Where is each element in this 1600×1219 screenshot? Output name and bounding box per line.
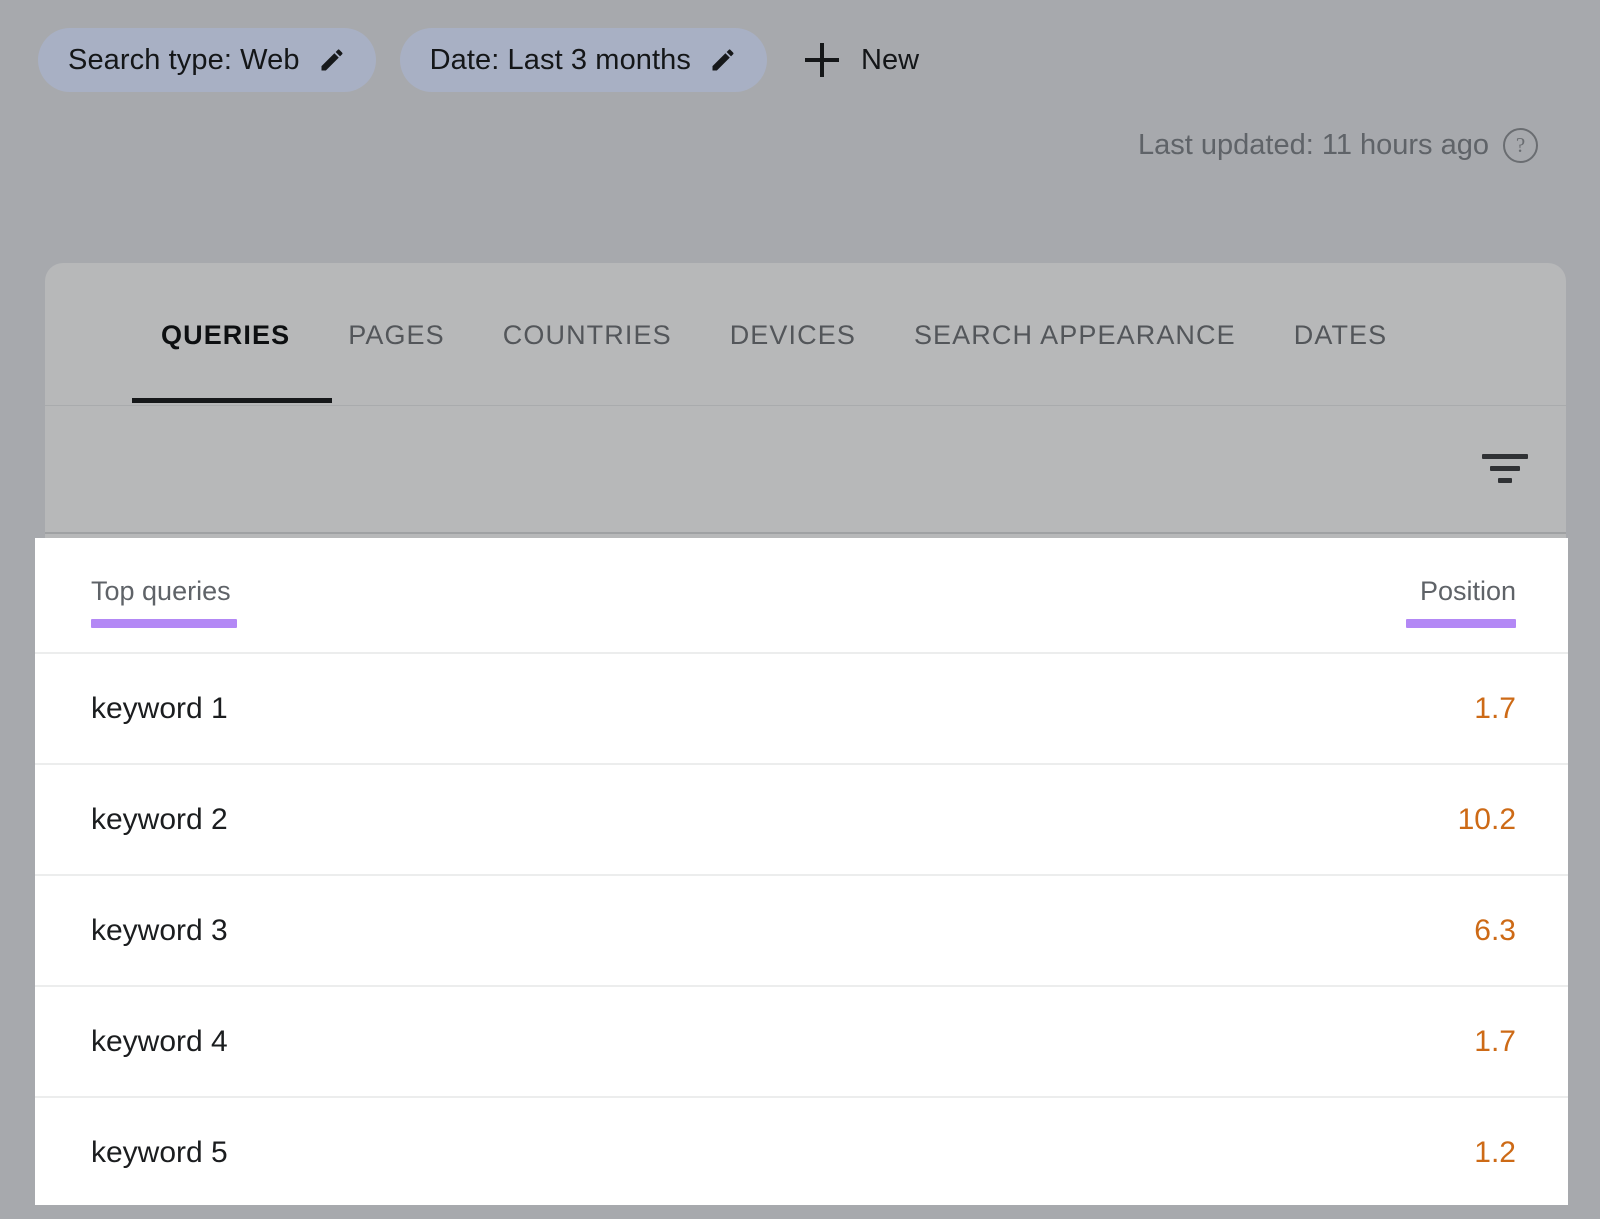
pencil-icon[interactable] bbox=[318, 46, 346, 74]
table-cell-query: keyword 5 bbox=[91, 1135, 228, 1169]
column-header-top-queries-underline bbox=[91, 619, 237, 628]
tab-dates-label: DATES bbox=[1293, 320, 1388, 350]
help-icon[interactable]: ? bbox=[1503, 128, 1538, 163]
table-cell-position: 6.3 bbox=[1474, 913, 1516, 947]
tab-devices-label: DEVICES bbox=[729, 320, 856, 350]
table-cell-query: keyword 1 bbox=[91, 691, 228, 725]
table-cell-query: keyword 2 bbox=[91, 802, 228, 836]
column-header-top-queries[interactable]: Top queries bbox=[91, 576, 231, 607]
queries-table: Top queries Position keyword 1 1.7 keywo… bbox=[35, 538, 1568, 1205]
filter-chip-date-label: Date: Last 3 months bbox=[429, 43, 692, 76]
tab-countries-label: COUNTRIES bbox=[502, 320, 672, 350]
new-filter-button[interactable]: New bbox=[791, 28, 927, 92]
table-row[interactable]: keyword 3 6.3 bbox=[35, 874, 1568, 985]
table-cell-query: keyword 3 bbox=[91, 913, 228, 947]
filter-icon[interactable] bbox=[1482, 454, 1528, 488]
report-tabs: QUERIES PAGES COUNTRIES DEVICES SEARCH A… bbox=[132, 303, 1416, 367]
tab-queries-label: QUERIES bbox=[161, 320, 291, 350]
table-row[interactable]: keyword 1 1.7 bbox=[35, 652, 1568, 763]
column-header-position[interactable]: Position bbox=[1420, 576, 1516, 607]
tab-search-appearance-label: SEARCH APPEARANCE bbox=[913, 320, 1236, 350]
table-cell-position: 1.2 bbox=[1474, 1135, 1516, 1169]
filter-chip-date[interactable]: Date: Last 3 months bbox=[399, 28, 768, 92]
column-header-position-underline bbox=[1406, 619, 1516, 628]
table-row[interactable]: keyword 2 10.2 bbox=[35, 763, 1568, 874]
filter-chip-search-type-label: Search type: Web bbox=[68, 43, 300, 76]
tab-dates[interactable]: DATES bbox=[1265, 303, 1417, 367]
new-filter-button-label: New bbox=[861, 43, 920, 76]
report-card: QUERIES PAGES COUNTRIES DEVICES SEARCH A… bbox=[45, 263, 1566, 538]
filter-chip-search-type[interactable]: Search type: Web bbox=[38, 28, 376, 92]
filter-chip-row: Search type: Web Date: Last 3 months New bbox=[38, 28, 927, 92]
table-row[interactable]: keyword 5 1.2 bbox=[35, 1096, 1568, 1207]
tab-devices[interactable]: DEVICES bbox=[701, 303, 885, 367]
last-updated-text: Last updated: 11 hours ago bbox=[1138, 129, 1489, 161]
table-cell-query: keyword 4 bbox=[91, 1024, 228, 1058]
tab-queries[interactable]: QUERIES bbox=[132, 303, 319, 367]
table-header-row: Top queries Position bbox=[35, 538, 1568, 652]
pencil-icon[interactable] bbox=[709, 46, 737, 74]
tab-search-appearance[interactable]: SEARCH APPEARANCE bbox=[885, 303, 1265, 367]
tab-pages-label: PAGES bbox=[348, 320, 445, 350]
table-cell-position: 1.7 bbox=[1474, 691, 1516, 725]
table-toolbar bbox=[45, 406, 1566, 538]
tab-pages[interactable]: PAGES bbox=[319, 303, 474, 367]
active-tab-indicator bbox=[132, 398, 332, 403]
table-row[interactable]: keyword 4 1.7 bbox=[35, 985, 1568, 1096]
table-cell-position: 10.2 bbox=[1457, 802, 1516, 836]
table-cell-position: 1.7 bbox=[1474, 1024, 1516, 1058]
last-updated-status: Last updated: 11 hours ago ? bbox=[1138, 128, 1538, 163]
plus-icon bbox=[805, 43, 840, 77]
tab-countries[interactable]: COUNTRIES bbox=[474, 303, 701, 367]
card-bottom-rule bbox=[45, 532, 1566, 534]
